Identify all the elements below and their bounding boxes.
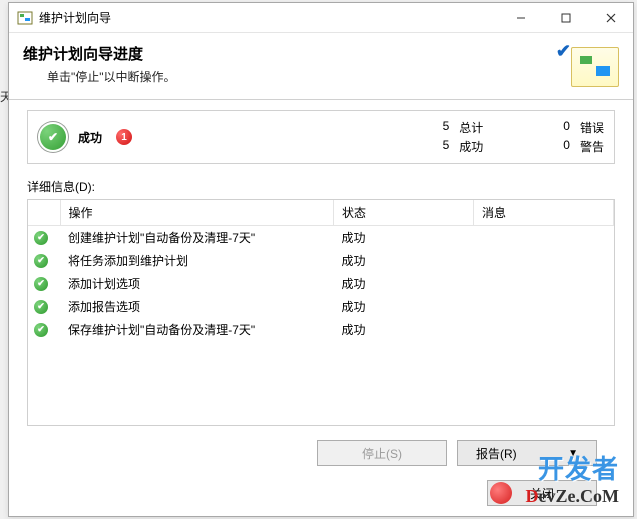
table-row[interactable]: ✔ 添加报告选项成功 (28, 295, 614, 318)
col-action-header[interactable]: 操作 (60, 200, 334, 226)
row-status: 成功 (334, 249, 474, 272)
success-count: 5 (443, 138, 450, 155)
row-success-icon: ✔ (34, 231, 48, 245)
checkmark-icon: ✔ (556, 41, 571, 62)
row-message (474, 318, 614, 341)
row-action: 将任务添加到维护计划 (60, 249, 334, 272)
status-badge: 1 (116, 129, 132, 145)
warning-count: 0 (563, 138, 570, 155)
maximize-icon (561, 13, 571, 23)
total-count: 5 (443, 119, 450, 136)
close-window-button[interactable] (588, 3, 633, 33)
page-subtitle: 单击"停止"以中断操作。 (47, 68, 563, 85)
col-status-header[interactable]: 状态 (334, 200, 474, 226)
error-count: 0 (563, 119, 570, 136)
table-row[interactable]: ✔ 保存维护计划"自动备份及清理-7天"成功 (28, 318, 614, 341)
minimize-icon (516, 13, 526, 23)
detail-table-container[interactable]: 操作 状态 消息 ✔创建维护计划"自动备份及清理-7天"成功✔将任务添加到维护计… (27, 199, 615, 426)
page-title: 维护计划向导进度 (23, 43, 563, 64)
detail-table: 操作 状态 消息 ✔创建维护计划"自动备份及清理-7天"成功✔将任务添加到维护计… (28, 200, 614, 341)
titlebar: 维护计划向导 (9, 3, 633, 33)
minimize-button[interactable] (498, 3, 543, 33)
row-action: 添加报告选项 (60, 295, 334, 318)
row-success-icon: ✔ (34, 254, 48, 268)
summary-stats: 5 总计 0 错误 5 成功 0 警告 (443, 119, 604, 155)
report-button[interactable]: 报告(R) ▼ (457, 440, 597, 466)
window-title: 维护计划向导 (39, 9, 498, 26)
row-status: 成功 (334, 318, 474, 341)
close-button[interactable]: 关闭 (487, 480, 597, 506)
wizard-window: 维护计划向导 维护计划向导进度 单击"停止"以中断操作。 ✔ ✔ 成功 1 5 (8, 2, 634, 517)
app-icon (17, 10, 33, 26)
success-icon: ✔ (38, 122, 68, 152)
total-label: 总计 (459, 119, 483, 136)
row-action: 创建维护计划"自动备份及清理-7天" (60, 226, 334, 250)
plan-icon (571, 47, 619, 87)
row-success-icon: ✔ (34, 300, 48, 314)
report-button-label: 报告(R) (476, 445, 517, 462)
table-row[interactable]: ✔ 添加计划选项成功 (28, 272, 614, 295)
row-action: 添加计划选项 (60, 272, 334, 295)
button-row-1: 停止(S) 报告(R) ▼ (27, 426, 615, 480)
detail-label: 详细信息(D): (27, 178, 615, 195)
success-label: 成功 (459, 138, 483, 155)
row-message (474, 226, 614, 250)
summary-panel: ✔ 成功 1 5 总计 0 错误 5 成功 0 警告 (27, 110, 615, 164)
row-message (474, 249, 614, 272)
row-status: 成功 (334, 272, 474, 295)
stop-button: 停止(S) (317, 440, 447, 466)
maximize-button[interactable] (543, 3, 588, 33)
status-label: 成功 (78, 129, 102, 146)
col-icon-header[interactable] (28, 200, 60, 226)
row-message (474, 272, 614, 295)
row-success-icon: ✔ (34, 323, 48, 337)
close-icon (606, 13, 616, 23)
warning-label: 警告 (580, 138, 604, 155)
chevron-down-icon: ▼ (568, 448, 578, 459)
error-label: 错误 (580, 119, 604, 136)
row-status: 成功 (334, 226, 474, 250)
col-message-header[interactable]: 消息 (474, 200, 614, 226)
header-graphic: ✔ (563, 41, 619, 89)
table-row[interactable]: ✔ 创建维护计划"自动备份及清理-7天"成功 (28, 226, 614, 250)
table-row[interactable]: ✔ 将任务添加到维护计划成功 (28, 249, 614, 272)
wizard-header: 维护计划向导进度 单击"停止"以中断操作。 ✔ (9, 33, 633, 100)
row-action: 保存维护计划"自动备份及清理-7天" (60, 318, 334, 341)
row-success-icon: ✔ (34, 277, 48, 291)
button-row-2: 关闭 (27, 480, 615, 516)
row-status: 成功 (334, 295, 474, 318)
row-message (474, 295, 614, 318)
